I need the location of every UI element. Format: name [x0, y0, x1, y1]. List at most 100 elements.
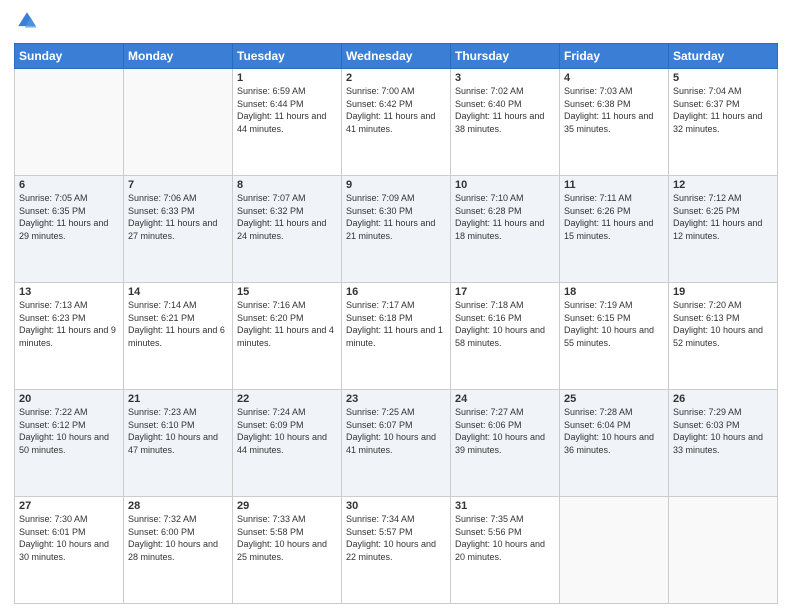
cell-content: Sunrise: 7:00 AM Sunset: 6:42 PM Dayligh…	[346, 85, 446, 135]
day-number: 8	[237, 179, 337, 191]
day-number: 24	[455, 393, 555, 405]
cell-content: Sunrise: 7:07 AM Sunset: 6:32 PM Dayligh…	[237, 192, 337, 242]
calendar-cell: 3Sunrise: 7:02 AM Sunset: 6:40 PM Daylig…	[451, 69, 560, 176]
calendar-cell: 15Sunrise: 7:16 AM Sunset: 6:20 PM Dayli…	[233, 283, 342, 390]
calendar-cell: 16Sunrise: 7:17 AM Sunset: 6:18 PM Dayli…	[342, 283, 451, 390]
calendar-cell: 1Sunrise: 6:59 AM Sunset: 6:44 PM Daylig…	[233, 69, 342, 176]
day-number: 10	[455, 179, 555, 191]
cell-content: Sunrise: 7:13 AM Sunset: 6:23 PM Dayligh…	[19, 299, 119, 349]
day-number: 2	[346, 72, 446, 84]
cell-content: Sunrise: 6:59 AM Sunset: 6:44 PM Dayligh…	[237, 85, 337, 135]
day-number: 19	[673, 286, 773, 298]
day-number: 26	[673, 393, 773, 405]
day-number: 14	[128, 286, 228, 298]
day-header-wednesday: Wednesday	[342, 44, 451, 69]
cell-content: Sunrise: 7:05 AM Sunset: 6:35 PM Dayligh…	[19, 192, 119, 242]
calendar-cell: 7Sunrise: 7:06 AM Sunset: 6:33 PM Daylig…	[124, 176, 233, 283]
calendar-week-2: 6Sunrise: 7:05 AM Sunset: 6:35 PM Daylig…	[15, 176, 778, 283]
day-number: 4	[564, 72, 664, 84]
cell-content: Sunrise: 7:24 AM Sunset: 6:09 PM Dayligh…	[237, 406, 337, 456]
calendar-cell: 26Sunrise: 7:29 AM Sunset: 6:03 PM Dayli…	[669, 390, 778, 497]
cell-content: Sunrise: 7:30 AM Sunset: 6:01 PM Dayligh…	[19, 513, 119, 563]
day-header-thursday: Thursday	[451, 44, 560, 69]
cell-content: Sunrise: 7:11 AM Sunset: 6:26 PM Dayligh…	[564, 192, 664, 242]
cell-content: Sunrise: 7:10 AM Sunset: 6:28 PM Dayligh…	[455, 192, 555, 242]
day-number: 5	[673, 72, 773, 84]
cell-content: Sunrise: 7:33 AM Sunset: 5:58 PM Dayligh…	[237, 513, 337, 563]
calendar-cell: 18Sunrise: 7:19 AM Sunset: 6:15 PM Dayli…	[560, 283, 669, 390]
cell-content: Sunrise: 7:14 AM Sunset: 6:21 PM Dayligh…	[128, 299, 228, 349]
calendar-cell	[560, 497, 669, 604]
day-number: 30	[346, 500, 446, 512]
cell-content: Sunrise: 7:06 AM Sunset: 6:33 PM Dayligh…	[128, 192, 228, 242]
calendar-cell: 27Sunrise: 7:30 AM Sunset: 6:01 PM Dayli…	[15, 497, 124, 604]
cell-content: Sunrise: 7:27 AM Sunset: 6:06 PM Dayligh…	[455, 406, 555, 456]
cell-content: Sunrise: 7:32 AM Sunset: 6:00 PM Dayligh…	[128, 513, 228, 563]
day-number: 6	[19, 179, 119, 191]
cell-content: Sunrise: 7:29 AM Sunset: 6:03 PM Dayligh…	[673, 406, 773, 456]
day-number: 12	[673, 179, 773, 191]
day-number: 31	[455, 500, 555, 512]
calendar-cell: 14Sunrise: 7:14 AM Sunset: 6:21 PM Dayli…	[124, 283, 233, 390]
day-number: 17	[455, 286, 555, 298]
calendar-page: SundayMondayTuesdayWednesdayThursdayFrid…	[0, 0, 792, 612]
day-number: 20	[19, 393, 119, 405]
calendar-cell: 23Sunrise: 7:25 AM Sunset: 6:07 PM Dayli…	[342, 390, 451, 497]
cell-content: Sunrise: 7:04 AM Sunset: 6:37 PM Dayligh…	[673, 85, 773, 135]
cell-content: Sunrise: 7:17 AM Sunset: 6:18 PM Dayligh…	[346, 299, 446, 349]
day-number: 1	[237, 72, 337, 84]
cell-content: Sunrise: 7:34 AM Sunset: 5:57 PM Dayligh…	[346, 513, 446, 563]
cell-content: Sunrise: 7:16 AM Sunset: 6:20 PM Dayligh…	[237, 299, 337, 349]
cell-content: Sunrise: 7:02 AM Sunset: 6:40 PM Dayligh…	[455, 85, 555, 135]
calendar-cell: 22Sunrise: 7:24 AM Sunset: 6:09 PM Dayli…	[233, 390, 342, 497]
cell-content: Sunrise: 7:03 AM Sunset: 6:38 PM Dayligh…	[564, 85, 664, 135]
calendar-cell: 13Sunrise: 7:13 AM Sunset: 6:23 PM Dayli…	[15, 283, 124, 390]
calendar-cell: 4Sunrise: 7:03 AM Sunset: 6:38 PM Daylig…	[560, 69, 669, 176]
cell-content: Sunrise: 7:28 AM Sunset: 6:04 PM Dayligh…	[564, 406, 664, 456]
cell-content: Sunrise: 7:09 AM Sunset: 6:30 PM Dayligh…	[346, 192, 446, 242]
calendar-cell: 11Sunrise: 7:11 AM Sunset: 6:26 PM Dayli…	[560, 176, 669, 283]
day-number: 28	[128, 500, 228, 512]
day-number: 11	[564, 179, 664, 191]
calendar-cell: 6Sunrise: 7:05 AM Sunset: 6:35 PM Daylig…	[15, 176, 124, 283]
day-number: 15	[237, 286, 337, 298]
day-header-monday: Monday	[124, 44, 233, 69]
cell-content: Sunrise: 7:23 AM Sunset: 6:10 PM Dayligh…	[128, 406, 228, 456]
day-number: 25	[564, 393, 664, 405]
calendar-cell: 5Sunrise: 7:04 AM Sunset: 6:37 PM Daylig…	[669, 69, 778, 176]
calendar-cell	[15, 69, 124, 176]
calendar-week-5: 27Sunrise: 7:30 AM Sunset: 6:01 PM Dayli…	[15, 497, 778, 604]
calendar-cell: 19Sunrise: 7:20 AM Sunset: 6:13 PM Dayli…	[669, 283, 778, 390]
cell-content: Sunrise: 7:18 AM Sunset: 6:16 PM Dayligh…	[455, 299, 555, 349]
cell-content: Sunrise: 7:22 AM Sunset: 6:12 PM Dayligh…	[19, 406, 119, 456]
calendar-week-4: 20Sunrise: 7:22 AM Sunset: 6:12 PM Dayli…	[15, 390, 778, 497]
calendar-cell: 10Sunrise: 7:10 AM Sunset: 6:28 PM Dayli…	[451, 176, 560, 283]
day-number: 3	[455, 72, 555, 84]
calendar-cell: 31Sunrise: 7:35 AM Sunset: 5:56 PM Dayli…	[451, 497, 560, 604]
day-number: 13	[19, 286, 119, 298]
day-number: 21	[128, 393, 228, 405]
day-number: 7	[128, 179, 228, 191]
calendar-cell: 12Sunrise: 7:12 AM Sunset: 6:25 PM Dayli…	[669, 176, 778, 283]
day-number: 27	[19, 500, 119, 512]
cell-content: Sunrise: 7:20 AM Sunset: 6:13 PM Dayligh…	[673, 299, 773, 349]
logo	[14, 10, 38, 37]
calendar-cell	[669, 497, 778, 604]
day-header-tuesday: Tuesday	[233, 44, 342, 69]
calendar-cell	[124, 69, 233, 176]
cell-content: Sunrise: 7:19 AM Sunset: 6:15 PM Dayligh…	[564, 299, 664, 349]
calendar-cell: 20Sunrise: 7:22 AM Sunset: 6:12 PM Dayli…	[15, 390, 124, 497]
cell-content: Sunrise: 7:35 AM Sunset: 5:56 PM Dayligh…	[455, 513, 555, 563]
cell-content: Sunrise: 7:25 AM Sunset: 6:07 PM Dayligh…	[346, 406, 446, 456]
calendar-cell: 25Sunrise: 7:28 AM Sunset: 6:04 PM Dayli…	[560, 390, 669, 497]
calendar-cell: 2Sunrise: 7:00 AM Sunset: 6:42 PM Daylig…	[342, 69, 451, 176]
day-number: 16	[346, 286, 446, 298]
calendar-week-3: 13Sunrise: 7:13 AM Sunset: 6:23 PM Dayli…	[15, 283, 778, 390]
calendar-cell: 30Sunrise: 7:34 AM Sunset: 5:57 PM Dayli…	[342, 497, 451, 604]
cell-content: Sunrise: 7:12 AM Sunset: 6:25 PM Dayligh…	[673, 192, 773, 242]
calendar-cell: 9Sunrise: 7:09 AM Sunset: 6:30 PM Daylig…	[342, 176, 451, 283]
calendar-cell: 24Sunrise: 7:27 AM Sunset: 6:06 PM Dayli…	[451, 390, 560, 497]
day-number: 22	[237, 393, 337, 405]
calendar-cell: 21Sunrise: 7:23 AM Sunset: 6:10 PM Dayli…	[124, 390, 233, 497]
logo-icon	[16, 10, 38, 32]
